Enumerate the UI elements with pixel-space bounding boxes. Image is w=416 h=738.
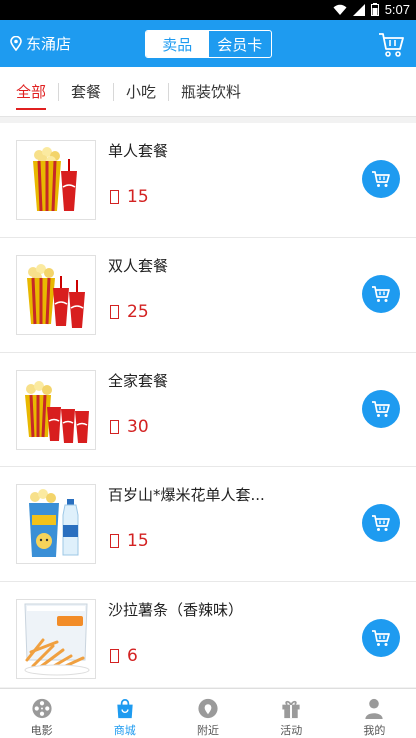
- tab-bottled-drinks[interactable]: 瓶装饮料: [173, 67, 249, 117]
- price-value: 25: [127, 301, 149, 322]
- status-time: 5:07: [384, 2, 410, 17]
- price-value: 6: [127, 646, 138, 667]
- store-name: 东涌店: [26, 35, 72, 53]
- add-to-cart-button[interactable]: [362, 274, 400, 313]
- location-pin-icon: [10, 36, 22, 51]
- store-selector[interactable]: 东涌店: [10, 33, 71, 54]
- currency-icon: [110, 419, 119, 434]
- signal-icon: [352, 3, 365, 16]
- film-reel-icon: [32, 698, 52, 719]
- nav-label: 我的: [363, 724, 386, 737]
- status-bar: 5:07: [0, 0, 416, 20]
- product-price: 25: [110, 302, 149, 322]
- product-name: 全家套餐: [108, 371, 169, 390]
- product-name: 双人套餐: [108, 256, 169, 275]
- product-price: 15: [110, 531, 149, 551]
- category-tabs: 全部 套餐 小吃 瓶装饮料: [0, 67, 416, 117]
- tab-combos[interactable]: 套餐: [63, 67, 109, 117]
- currency-icon: [110, 649, 119, 664]
- add-to-cart-button[interactable]: [362, 504, 400, 543]
- product-item[interactable]: 百岁山*爆米花单人套... 15: [0, 467, 416, 583]
- segment-member-card[interactable]: 会员卡: [209, 31, 272, 57]
- product-item[interactable]: 沙拉薯条（香辣味） 6: [0, 582, 416, 687]
- shopping-bag-icon: [117, 699, 133, 719]
- product-item[interactable]: 单人套餐 15: [0, 123, 416, 238]
- nav-label: 电影: [30, 724, 53, 737]
- tab-divider: [113, 82, 115, 101]
- currency-icon: [110, 304, 119, 319]
- product-image: [16, 140, 96, 220]
- cart-add-icon: [372, 285, 390, 302]
- product-name: 单人套餐: [108, 142, 169, 160]
- cart-add-icon: [372, 400, 390, 417]
- add-to-cart-button[interactable]: [362, 160, 400, 198]
- cart-add-icon: [372, 171, 390, 187]
- product-item[interactable]: 双人套餐 25: [0, 238, 416, 353]
- bottom-nav: 电影 商城 附近 活动 我的: [0, 688, 416, 738]
- tab-divider: [58, 82, 60, 101]
- battery-icon: [370, 3, 379, 16]
- cart-add-icon: [372, 630, 390, 647]
- product-image: [16, 484, 96, 565]
- gift-icon: [282, 700, 300, 719]
- price-value: 30: [127, 416, 149, 437]
- product-list: 单人套餐 15 双人套餐 25 全家套餐 30 百岁山*爆米花单人套... 15…: [0, 123, 416, 687]
- currency-icon: [110, 534, 119, 549]
- add-to-cart-button[interactable]: [362, 619, 400, 658]
- nav-nearby[interactable]: 附近: [166, 689, 249, 738]
- product-image: [16, 254, 96, 335]
- add-to-cart-button[interactable]: [362, 389, 400, 428]
- product-price: 6: [110, 646, 138, 666]
- tab-snacks[interactable]: 小吃: [118, 67, 164, 117]
- currency-icon: [110, 190, 119, 204]
- wifi-icon: [333, 4, 347, 15]
- cart-add-icon: [372, 515, 390, 532]
- nav-events[interactable]: 活动: [250, 689, 333, 738]
- nav-mall[interactable]: 商城: [83, 689, 166, 738]
- person-icon: [365, 698, 384, 720]
- segment-control: 卖品 会员卡: [145, 30, 272, 58]
- product-price: 30: [110, 417, 149, 437]
- location-icon: [198, 698, 218, 719]
- nav-label: 活动: [280, 724, 303, 737]
- tab-divider: [168, 82, 170, 101]
- product-image: [16, 599, 96, 680]
- tab-all[interactable]: 全部: [8, 67, 54, 117]
- segment-goods[interactable]: 卖品: [146, 31, 209, 57]
- price-value: 15: [127, 531, 149, 552]
- product-item[interactable]: 全家套餐 30: [0, 353, 416, 468]
- nav-movies[interactable]: 电影: [0, 689, 83, 738]
- product-name: 百岁山*爆米花单人套...: [108, 486, 265, 505]
- cart-icon[interactable]: [377, 30, 405, 58]
- app-bar: 东涌店 卖品 会员卡: [0, 20, 416, 67]
- product-image: [16, 369, 96, 450]
- product-name: 沙拉薯条（香辣味）: [108, 601, 244, 620]
- price-value: 15: [127, 187, 149, 207]
- nav-label: 商城: [113, 724, 136, 737]
- nav-label: 附近: [197, 724, 219, 737]
- product-price: 15: [110, 187, 149, 207]
- nav-profile[interactable]: 我的: [333, 689, 416, 738]
